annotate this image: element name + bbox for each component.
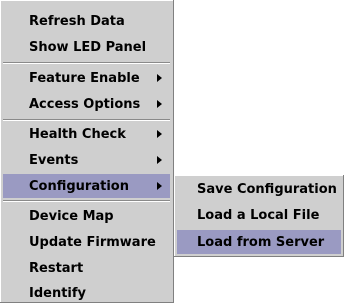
- submenu-item-label: Load a Local File: [197, 207, 320, 223]
- menu-item-label: Restart: [29, 260, 84, 276]
- menu-item-label: Health Check: [29, 126, 126, 142]
- menu-item-update-firmware[interactable]: Update Firmware: [3, 230, 170, 254]
- submenu-item-load-from-server[interactable]: Load from Server: [177, 230, 341, 254]
- chevron-right-icon: [157, 156, 162, 164]
- menu-item-device-map[interactable]: Device Map: [3, 204, 170, 228]
- menu-item-label: Identify: [29, 285, 87, 301]
- context-menu: Refresh Data Show LED Panel Feature Enab…: [0, 0, 174, 303]
- submenu-item-save-configuration[interactable]: Save Configuration: [177, 177, 341, 201]
- menu-item-feature-enable[interactable]: Feature Enable: [3, 66, 170, 90]
- menu-item-health-check[interactable]: Health Check: [3, 122, 170, 146]
- menu-item-label: Feature Enable: [29, 70, 140, 86]
- menu-item-label: Refresh Data: [29, 13, 125, 29]
- configuration-submenu: Save Configuration Load a Local File Loa…: [174, 175, 344, 257]
- chevron-right-icon: [157, 100, 162, 108]
- menu-item-restart[interactable]: Restart: [3, 256, 170, 280]
- menu-item-label: Access Options: [29, 96, 141, 112]
- menu-item-show-led-panel[interactable]: Show LED Panel: [3, 35, 170, 59]
- menu-item-events[interactable]: Events: [3, 148, 170, 172]
- menu-item-identify[interactable]: Identify: [3, 281, 170, 305]
- menu-item-refresh-data[interactable]: Refresh Data: [3, 9, 170, 33]
- menu-item-configuration[interactable]: Configuration: [3, 174, 170, 198]
- menu-item-label: Update Firmware: [29, 234, 156, 250]
- menu-separator: [3, 200, 170, 202]
- menu-item-access-options[interactable]: Access Options: [3, 92, 170, 116]
- chevron-right-icon: [157, 182, 162, 190]
- menu-item-label: Configuration: [29, 178, 129, 194]
- submenu-item-label: Load from Server: [197, 234, 325, 250]
- menu-separator: [3, 119, 170, 121]
- chevron-right-icon: [157, 74, 162, 82]
- submenu-item-label: Save Configuration: [197, 181, 337, 197]
- menu-item-label: Events: [29, 152, 79, 168]
- submenu-item-load-local-file[interactable]: Load a Local File: [177, 203, 341, 227]
- menu-separator: [3, 62, 170, 64]
- chevron-right-icon: [157, 130, 162, 138]
- menu-item-label: Device Map: [29, 208, 114, 224]
- menu-item-label: Show LED Panel: [29, 39, 147, 55]
